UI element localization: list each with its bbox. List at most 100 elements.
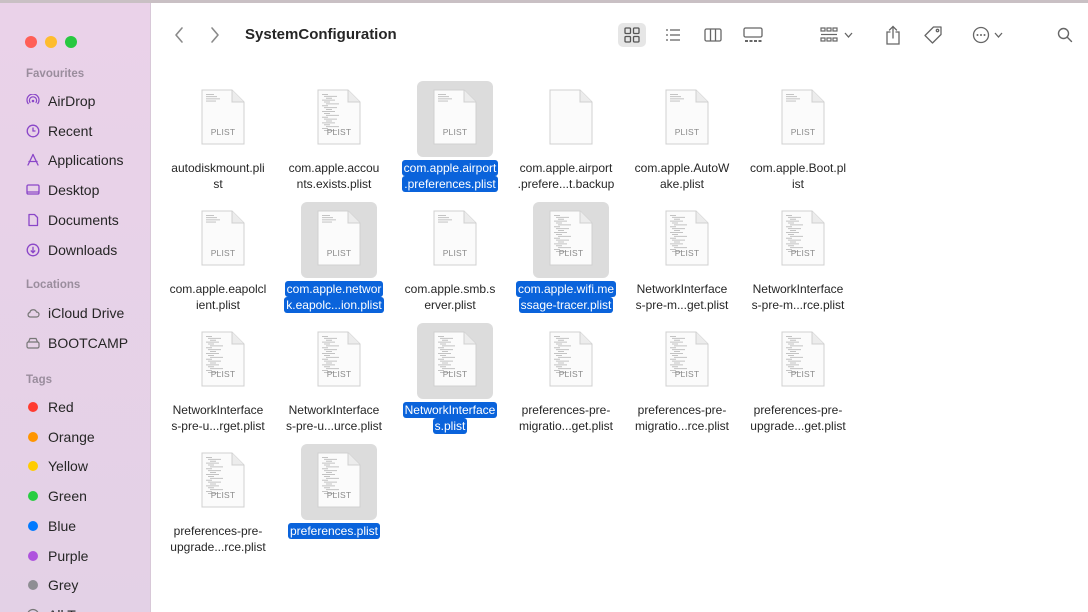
clock-icon bbox=[26, 124, 40, 138]
sidebar-item-all-tags[interactable]: All Tags bbox=[26, 604, 97, 612]
file-name[interactable]: preferences-pre-upgrade...rce.plist bbox=[160, 523, 276, 555]
file-name[interactable]: preferences-pre-migratio...rce.plist bbox=[624, 402, 740, 434]
forward-button[interactable] bbox=[205, 23, 225, 47]
file-thumbnail[interactable]: PLIST bbox=[533, 202, 609, 278]
sidebar-item-label: All Tags bbox=[48, 607, 97, 612]
sidebar-item-applications[interactable]: Applications bbox=[26, 149, 124, 171]
file-name-line-1: preferences.plist bbox=[287, 523, 381, 539]
plist-document-icon: PLIST bbox=[433, 331, 477, 387]
file-name[interactable]: NetworkInterface s-pre-u...urce.plist bbox=[276, 402, 392, 434]
sidebar-item-red[interactable]: Red bbox=[26, 396, 74, 418]
file-thumbnail[interactable]: PLIST bbox=[185, 444, 261, 520]
chevron-left-icon bbox=[175, 27, 183, 43]
file-name-line-1: com.apple.airport bbox=[401, 160, 499, 176]
file-thumbnail[interactable]: PLIST bbox=[301, 81, 377, 157]
sidebar-item-icloud-drive[interactable]: iCloud Drive bbox=[26, 302, 124, 324]
sidebar-item-purple[interactable]: Purple bbox=[26, 545, 88, 567]
file-thumbnail[interactable]: PLIST bbox=[417, 202, 493, 278]
file-type-label: PLIST bbox=[326, 490, 352, 500]
file-name[interactable]: com.apple.airport .prefere...t.backup bbox=[508, 160, 624, 192]
file-name[interactable]: preferences.plist bbox=[276, 523, 392, 539]
group-by-button[interactable] bbox=[816, 23, 856, 47]
file-name[interactable]: com.apple.smb.s erver.plist bbox=[392, 281, 508, 313]
icon-view-button[interactable] bbox=[618, 23, 646, 47]
back-button[interactable] bbox=[169, 23, 189, 47]
plist-document-icon: PLIST bbox=[781, 89, 825, 145]
file-type-label: PLIST bbox=[442, 127, 468, 137]
search-button[interactable] bbox=[1054, 23, 1076, 47]
file-type-label: PLIST bbox=[326, 248, 352, 258]
zoom-button[interactable] bbox=[65, 36, 77, 48]
file-thumbnail[interactable]: PLIST bbox=[185, 323, 261, 399]
sidebar-item-blue[interactable]: Blue bbox=[26, 515, 76, 537]
gallery-view-button[interactable] bbox=[739, 23, 767, 47]
file-thumbnail[interactable]: PLIST bbox=[417, 81, 493, 157]
minimize-button[interactable] bbox=[45, 36, 57, 48]
file-thumbnail[interactable]: PLIST bbox=[301, 444, 377, 520]
sidebar-item-airdrop[interactable]: AirDrop bbox=[26, 90, 95, 112]
sidebar-item-recent[interactable]: Recent bbox=[26, 120, 92, 142]
file-name[interactable]: autodiskmount.pli st bbox=[160, 160, 276, 192]
tag-dot-icon bbox=[28, 461, 38, 472]
sidebar-item-documents[interactable]: Documents bbox=[26, 209, 119, 231]
file-type-label: PLIST bbox=[790, 248, 816, 258]
column-view-button[interactable] bbox=[699, 23, 727, 47]
file-thumbnail[interactable]: PLIST bbox=[185, 81, 261, 157]
sidebar-item-label: AirDrop bbox=[48, 93, 96, 109]
file-thumbnail[interactable]: PLIST bbox=[649, 323, 725, 399]
sidebar-item-orange[interactable]: Orange bbox=[26, 426, 95, 448]
file-name[interactable]: preferences-pre-migratio...get.plist bbox=[508, 402, 624, 434]
file-thumbnail[interactable]: PLIST bbox=[533, 323, 609, 399]
file-name-line-2: migratio...rce.plist bbox=[634, 419, 730, 433]
file-name-line-2: st bbox=[213, 177, 223, 191]
file-name[interactable]: preferences-pre-upgrade...get.plist bbox=[740, 402, 856, 434]
file-thumbnail[interactable] bbox=[533, 81, 609, 157]
list-view-button[interactable] bbox=[659, 23, 687, 47]
file-name[interactable]: com.apple.networ k.eapolc...ion.plist bbox=[276, 281, 392, 313]
file-thumbnail[interactable]: PLIST bbox=[765, 202, 841, 278]
plist-document-icon: PLIST bbox=[549, 210, 593, 266]
sidebar-item-bootcamp[interactable]: BOOTCAMP bbox=[26, 332, 128, 354]
file-name[interactable]: NetworkInterface s-pre-m...rce.plist bbox=[740, 281, 856, 313]
file-thumbnail[interactable]: PLIST bbox=[649, 202, 725, 278]
file-type-label: PLIST bbox=[442, 248, 468, 258]
file-thumbnail[interactable]: PLIST bbox=[185, 202, 261, 278]
sidebar-item-green[interactable]: Green bbox=[26, 485, 87, 507]
traffic-lights bbox=[25, 36, 77, 48]
file-type-label: PLIST bbox=[674, 369, 700, 379]
file-name[interactable]: com.apple.airport .preferences.plist bbox=[392, 160, 508, 192]
file-thumbnail[interactable]: PLIST bbox=[301, 323, 377, 399]
columns-icon bbox=[704, 28, 722, 42]
file-name-line-2: ake.plist bbox=[659, 177, 705, 191]
group-grid-icon bbox=[819, 27, 838, 42]
file-name[interactable]: NetworkInterface s-pre-u...rget.plist bbox=[160, 402, 276, 434]
file-name[interactable]: com.apple.AutoW ake.plist bbox=[624, 160, 740, 192]
file-name-line-1: preferences-pre- bbox=[521, 403, 611, 417]
all-tags-icon bbox=[26, 608, 40, 612]
file-name[interactable]: NetworkInterface s-pre-m...get.plist bbox=[624, 281, 740, 313]
file-name[interactable]: com.apple.accou nts.exists.plist bbox=[276, 160, 392, 192]
file-type-label: PLIST bbox=[326, 369, 352, 379]
tag-button[interactable] bbox=[921, 23, 945, 47]
sidebar-item-desktop[interactable]: Desktop bbox=[26, 179, 99, 201]
file-name[interactable]: NetworkInterface s.plist bbox=[392, 402, 508, 434]
close-button[interactable] bbox=[25, 36, 37, 48]
file-thumbnail[interactable]: PLIST bbox=[765, 323, 841, 399]
more-actions-button[interactable] bbox=[968, 23, 1006, 47]
file-name[interactable]: com.apple.wifi.me ssage-tracer.plist bbox=[508, 281, 624, 313]
file-thumbnail[interactable]: PLIST bbox=[649, 81, 725, 157]
file-thumbnail[interactable]: PLIST bbox=[417, 323, 493, 399]
file-name-line-1: preferences-pre- bbox=[753, 403, 843, 417]
plist-document-icon: PLIST bbox=[781, 210, 825, 266]
sidebar-item-grey[interactable]: Grey bbox=[26, 574, 78, 596]
sidebar-item-yellow[interactable]: Yellow bbox=[26, 455, 88, 477]
plist-document-icon: PLIST bbox=[665, 331, 709, 387]
file-thumbnail[interactable]: PLIST bbox=[765, 81, 841, 157]
share-button[interactable] bbox=[881, 23, 905, 47]
file-name[interactable]: com.apple.Boot.pl ist bbox=[740, 160, 856, 192]
sidebar-item-label: Grey bbox=[48, 577, 79, 594]
file-thumbnail[interactable]: PLIST bbox=[301, 202, 377, 278]
sidebar-item-downloads[interactable]: Downloads bbox=[26, 239, 117, 261]
file-name[interactable]: com.apple.eapolcl ient.plist bbox=[160, 281, 276, 313]
plist-document-icon: PLIST bbox=[433, 89, 477, 145]
